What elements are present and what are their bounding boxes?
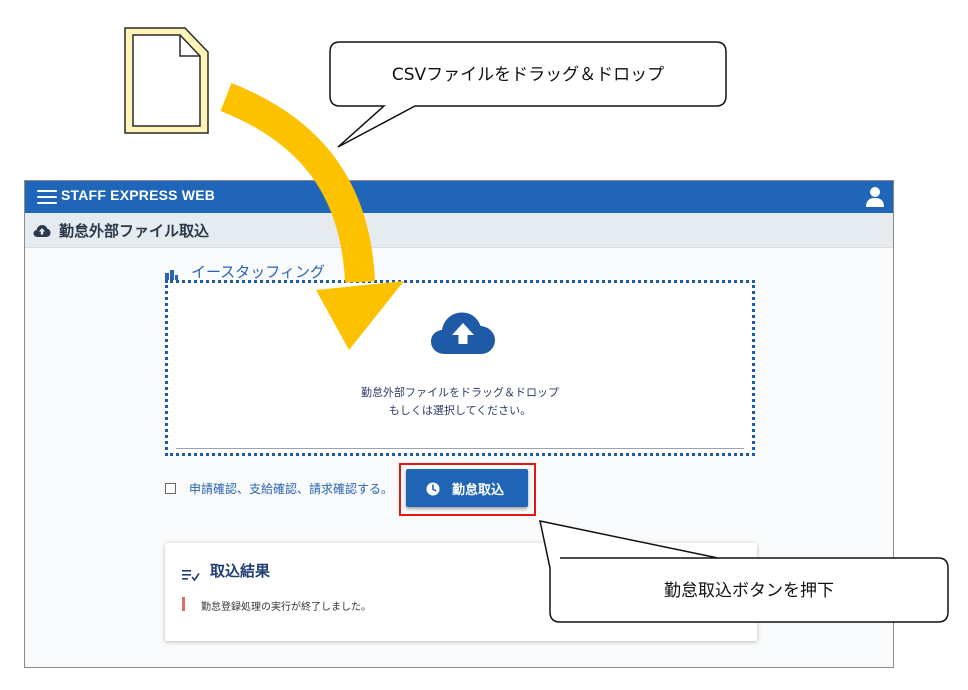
app-title: STAFF EXPRESS WEB [61, 187, 216, 203]
callout-drag: CSVファイルをドラッグ＆ドロップ [330, 42, 726, 106]
result-status-bar [182, 597, 185, 611]
result-message: 勤怠登録処理の実行が終了しました。 [201, 602, 371, 613]
document-file-icon [124, 27, 209, 134]
divider [176, 448, 744, 449]
result-title: 取込結果 [210, 562, 271, 580]
callout-button: 勤怠取込ボタンを押下 [550, 558, 948, 622]
callout-drag-text: CSVファイルをドラッグ＆ドロップ [391, 65, 665, 85]
hamburger-menu-icon[interactable] [37, 190, 57, 204]
list-check-icon [182, 567, 200, 582]
file-drop-zone[interactable]: 勤怠外部ファイルをドラッグ＆ドロップ もしくは選択してください。 [165, 280, 755, 456]
clock-icon [426, 481, 440, 496]
page-title: 勤怠外部ファイル取込 [59, 222, 210, 240]
callout-button-text: 勤怠取込ボタンを押下 [664, 581, 834, 601]
confirm-checkbox-label[interactable]: 申請確認、支給確認、請求確認する。 [189, 480, 393, 497]
page-header: 勤怠外部ファイル取込 [25, 213, 893, 248]
import-button-label: 勤怠取込 [452, 483, 505, 498]
department-label: イースタッフィング [191, 263, 325, 281]
drop-instruction: 勤怠外部ファイルをドラッグ＆ドロップ [361, 386, 559, 399]
top-navigation-bar: STAFF EXPRESS WEB [25, 181, 893, 213]
import-attendance-button[interactable]: 勤怠取込 [406, 469, 528, 507]
user-icon[interactable] [865, 185, 885, 209]
confirm-checkbox[interactable] [165, 483, 176, 494]
drop-instruction-sub: もしくは選択してください。 [388, 404, 532, 417]
cloud-upload-icon [33, 223, 51, 237]
cloud-upload-icon [430, 311, 496, 355]
building-icon [164, 266, 178, 281]
